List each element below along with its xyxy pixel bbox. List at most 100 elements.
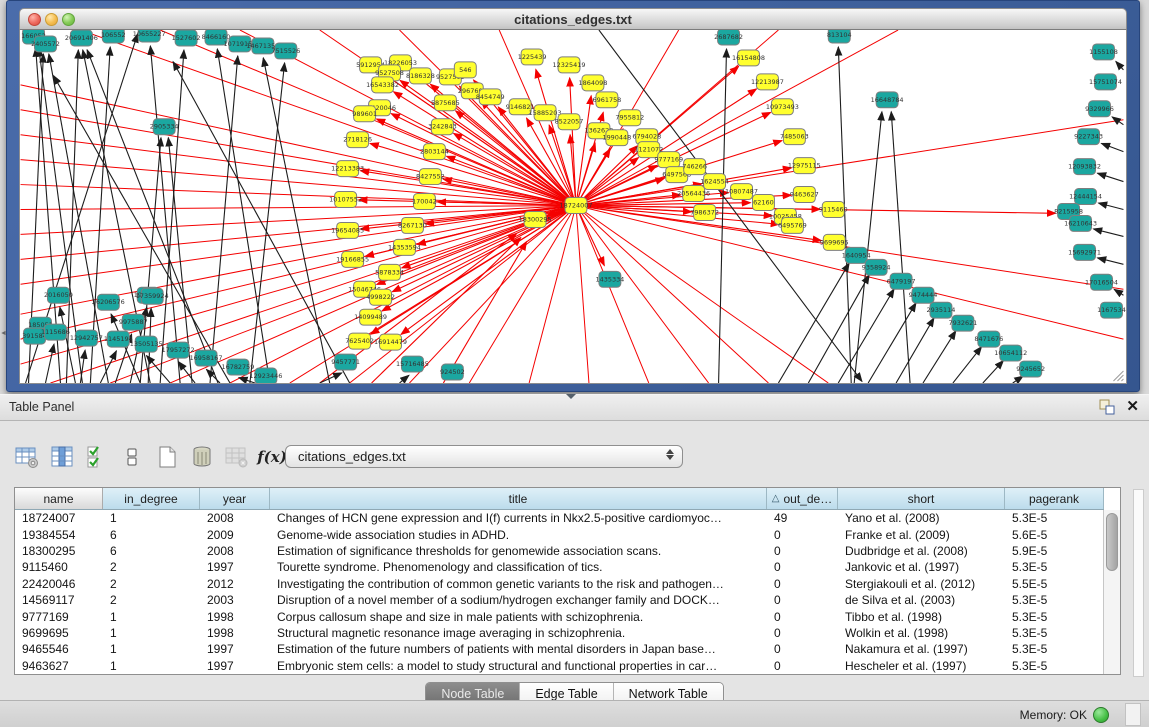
graph-node-label: 9115460 — [819, 205, 848, 213]
citation-edge-black — [160, 50, 184, 383]
graph-node-label: 1640954 — [842, 251, 871, 259]
graph-node-label: 12093832 — [1068, 163, 1101, 171]
graph-node-label: 2905334 — [150, 123, 179, 131]
float-panel-icon[interactable] — [1099, 399, 1116, 415]
graph-node-label: 14353594 — [388, 243, 421, 251]
table-cell: Hescheler et al. (1997) — [838, 659, 1005, 673]
table-cell: Franke et al. (2009) — [838, 528, 1005, 542]
table-row[interactable]: 1830029562008Estimation of significance … — [15, 543, 1104, 559]
graph-node-label: 15692971 — [1068, 248, 1101, 256]
table-cell: 6 — [103, 528, 200, 542]
citation-edge-red — [21, 160, 576, 206]
table-row[interactable]: 946554611997Estimation of the future num… — [15, 641, 1104, 657]
row-select-icon[interactable] — [84, 444, 110, 470]
table-cell: 2003 — [200, 593, 270, 607]
resize-grip-icon[interactable] — [1113, 371, 1123, 381]
table-row[interactable]: 1938455462009Genome-wide association stu… — [15, 526, 1104, 542]
graph-node-label: 2718126 — [343, 136, 372, 144]
table-row[interactable]: 2242004622012Investigating the contribut… — [15, 576, 1104, 592]
citation-edge-black — [1098, 203, 1123, 209]
graph-node-label: 7986372 — [690, 208, 719, 216]
column-header-name[interactable]: name — [15, 488, 103, 509]
table-row[interactable]: 1872400712008Changes of HCN gene express… — [15, 510, 1104, 526]
column-select-icon[interactable] — [49, 444, 75, 470]
table-cell: 1 — [103, 511, 200, 525]
citation-edge-black — [217, 49, 270, 383]
graph-node-label: 2016050 — [44, 291, 73, 299]
table-cell: 1998 — [200, 610, 270, 624]
table-cell: Tibbo et al. (1998) — [838, 610, 1005, 624]
panel-collapse-handle[interactable]: ◄ — [0, 330, 7, 337]
network-canvas-container[interactable]: 1660522405572206914061065521065522715276… — [19, 30, 1127, 384]
table-select-combo[interactable]: citations_edges.txt — [285, 445, 683, 468]
column-header-year[interactable]: year — [200, 488, 270, 509]
network-canvas[interactable]: 1660522405572206914061065521065522715276… — [20, 30, 1126, 383]
table-row[interactable]: 946362711997Embryonic stem cells: a mode… — [15, 658, 1104, 674]
column-header-pagerank[interactable]: pagerank — [1005, 488, 1104, 509]
table-vertical-scrollbar[interactable] — [1103, 510, 1120, 674]
graph-node-label: 6479197 — [887, 277, 916, 285]
citation-edge-black — [891, 112, 910, 383]
graph-node-label: 15885203 — [529, 109, 562, 117]
table-cell: 0 — [767, 626, 838, 640]
graph-node-label: 12975115 — [788, 162, 821, 170]
import-table-icon[interactable] — [224, 444, 250, 470]
table-cell: 2012 — [200, 577, 270, 591]
citation-edge-red — [576, 206, 768, 383]
graph-node-label: 10655227 — [133, 30, 166, 38]
network-window-titlebar[interactable]: citations_edges.txt — [19, 8, 1127, 30]
rows-icon[interactable] — [119, 444, 145, 470]
table-cell: 49 — [767, 511, 838, 525]
column-header-short[interactable]: short — [838, 488, 1005, 509]
graph-node-label: 12942757 — [70, 334, 103, 342]
graph-node-label: 16648784 — [871, 96, 904, 104]
citation-edge-red — [372, 237, 521, 383]
graph-node-label: 10654112 — [994, 349, 1027, 357]
graph-node-label: 9474444 — [909, 291, 938, 299]
table-cell: Structural magnetic resonance image aver… — [270, 626, 767, 640]
table-row[interactable]: 969969511998Structural magnetic resonanc… — [15, 625, 1104, 641]
table-cell: Embryonic stem cells: a model to study s… — [270, 659, 767, 673]
table-options-icon[interactable] — [14, 444, 40, 470]
attribute-table: name in_degree year title △ out_de… shor… — [14, 487, 1121, 675]
status-bar: Memory: OK — [0, 700, 1149, 727]
table-cell: 5.3E-5 — [1005, 626, 1104, 640]
table-cell: 2009 — [200, 528, 270, 542]
graph-node-label: 20564436 — [677, 190, 710, 198]
column-header-in-degree[interactable]: in_degree — [103, 488, 200, 509]
table-row[interactable]: 1456911722003Disruption of a novel membe… — [15, 592, 1104, 608]
split-divider-handle[interactable] — [566, 394, 576, 399]
table-cell: 5.6E-5 — [1005, 528, 1104, 542]
table-cell: 6 — [103, 544, 200, 558]
graph-node-label: 18724007 — [560, 201, 593, 209]
table-cell: 1 — [103, 659, 200, 673]
table-cell: Estimation of significance thresholds fo… — [270, 544, 767, 558]
graph-node-label: 8454749 — [476, 93, 505, 101]
memory-status-indicator[interactable] — [1093, 707, 1109, 723]
graph-node-label: 9777169 — [654, 156, 683, 164]
column-header-title[interactable]: title — [270, 488, 767, 509]
scrollbar-thumb[interactable] — [1106, 513, 1118, 571]
function-builder-icon[interactable]: f(x) — [259, 444, 285, 470]
graph-node-label: 1225439 — [518, 53, 547, 61]
graph-node-label: 16782759 — [221, 363, 254, 371]
graph-node-label: 9358924 — [862, 263, 891, 271]
delete-table-icon[interactable] — [189, 444, 215, 470]
citation-edge-black — [983, 361, 1004, 383]
table-row[interactable]: 977716911998Corpus callosum shape and si… — [15, 608, 1104, 624]
graph-node-label: 9245652 — [1016, 365, 1045, 373]
memory-status-label: Memory: OK — [1020, 708, 1087, 722]
graph-node-label: 546 — [459, 66, 471, 74]
close-panel-icon[interactable]: ✕ — [1126, 399, 1139, 415]
graph-node-label: 19654085 — [331, 226, 364, 234]
table-row[interactable]: 911546021997Tourette syndrome. Phenomeno… — [15, 559, 1104, 575]
column-header-out-degree[interactable]: △ out_de… — [767, 488, 838, 509]
table-cell: 2 — [103, 593, 200, 607]
graph-node-label: 1167534 — [1097, 306, 1126, 314]
graph-node-label: 9975887 — [119, 318, 148, 326]
citation-edge-black — [1097, 173, 1123, 181]
graph-node-label: 10107552 — [329, 196, 362, 204]
new-table-icon[interactable] — [154, 444, 180, 470]
table-cell: 19384554 — [15, 528, 103, 542]
citation-edge-red — [469, 206, 576, 383]
